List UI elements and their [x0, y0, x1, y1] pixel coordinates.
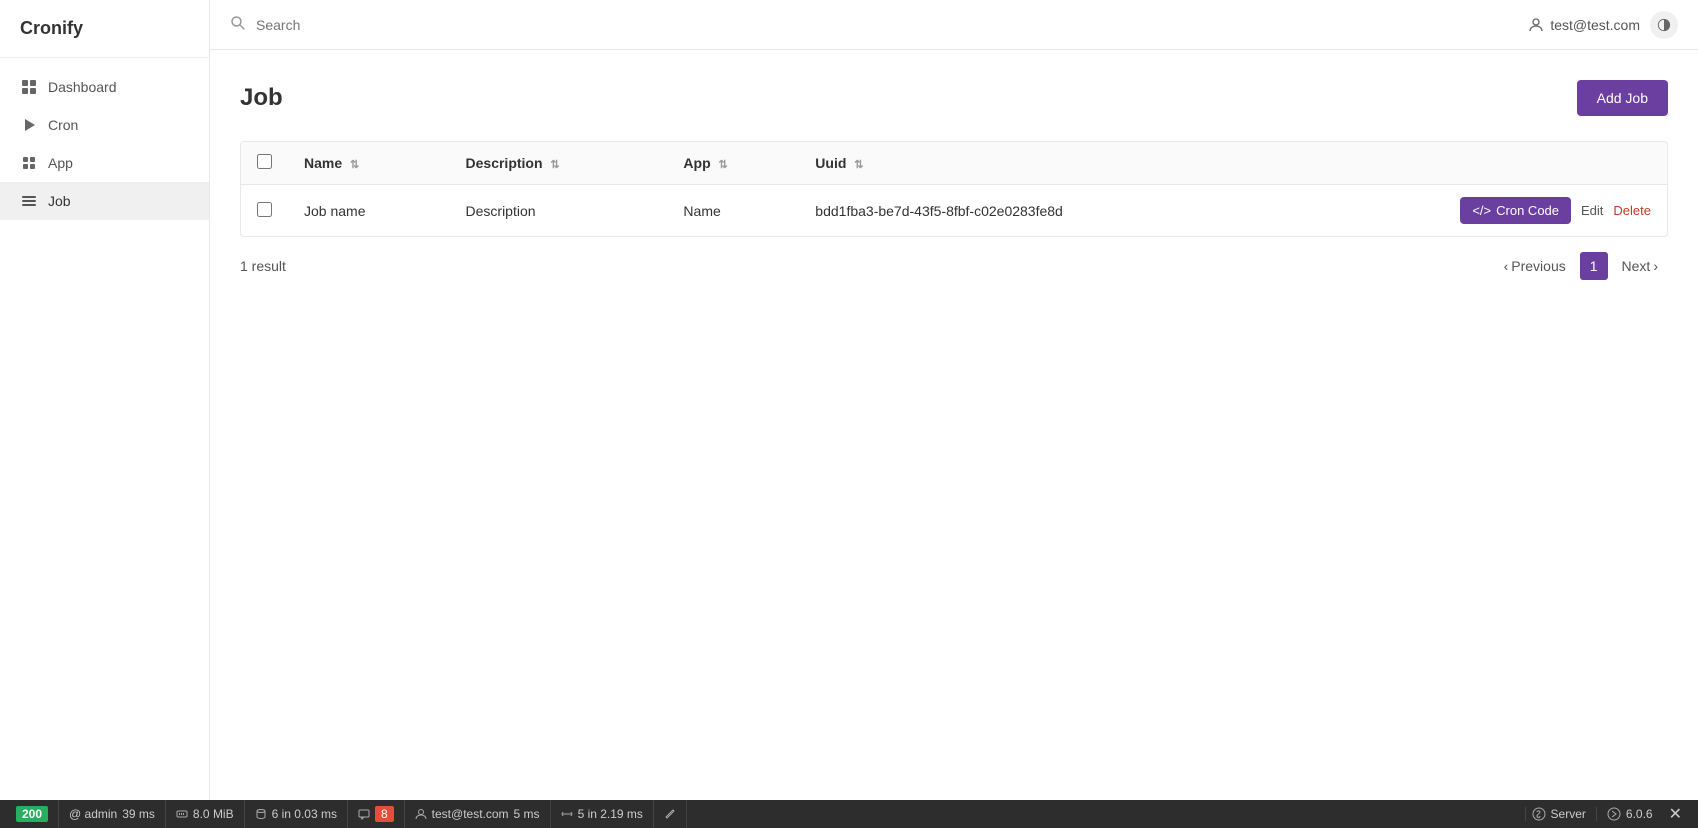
status-bar: 200 @ admin 39 ms 8.0 MiB 6 in 0.03 ms 8…	[0, 800, 1698, 828]
user-status-icon	[415, 808, 427, 820]
sort-desc-icon[interactable]: ⇅	[550, 158, 559, 171]
col-app: App ⇅	[667, 142, 799, 185]
sidebar-item-label: App	[48, 155, 73, 171]
status-user-time: 5 ms	[514, 807, 540, 821]
previous-button[interactable]: ‹ Previous	[1494, 252, 1576, 280]
sidebar-item-label: Cron	[48, 117, 78, 133]
col-uuid: Uuid ⇅	[799, 142, 1282, 185]
pagination-row: 1 result ‹ Previous 1 Next ›	[240, 252, 1668, 280]
delete-link[interactable]: Delete	[1613, 203, 1651, 218]
topbar-right: test@test.com	[1528, 11, 1678, 39]
chevron-right-icon: ›	[1653, 258, 1658, 274]
job-table: Name ⇅ Description ⇅ App ⇅	[241, 142, 1667, 236]
symfony-segment[interactable]: Server	[1525, 807, 1596, 821]
select-all-checkbox[interactable]	[257, 154, 272, 169]
page-1-button[interactable]: 1	[1580, 252, 1608, 280]
user-email-text: test@test.com	[1550, 17, 1640, 33]
col-description: Description ⇅	[450, 142, 668, 185]
app-logo: Cronify	[0, 0, 209, 58]
server-queries-segment[interactable]: 5 in 2.19 ms	[551, 800, 654, 828]
edit-icon	[664, 808, 676, 820]
db-queries-segment[interactable]: 6 in 0.03 ms	[245, 800, 348, 828]
page-title: Job	[240, 84, 283, 112]
cell-app: Name	[667, 185, 799, 237]
cron-code-button[interactable]: </> Cron Code	[1460, 197, 1571, 224]
memory-text: 8.0 MiB	[193, 807, 234, 821]
sidebar-item-label: Job	[48, 193, 71, 209]
col-name: Name ⇅	[288, 142, 450, 185]
edit-link[interactable]: Edit	[1581, 203, 1603, 218]
http-code-badge: 200	[16, 806, 48, 822]
cron-icon	[20, 116, 38, 134]
page-header: Job Add Job	[240, 80, 1668, 116]
col-actions	[1282, 142, 1667, 185]
version-segment[interactable]: 6.0.6	[1596, 807, 1663, 821]
job-table-wrapper: Name ⇅ Description ⇅ App ⇅	[240, 141, 1668, 237]
admin-segment[interactable]: @ admin 39 ms	[59, 800, 166, 828]
pagination: ‹ Previous 1 Next ›	[1494, 252, 1668, 280]
memory-segment[interactable]: 8.0 MiB	[166, 800, 245, 828]
table-header-row: Name ⇅ Description ⇅ App ⇅	[241, 142, 1667, 185]
time-label: 39 ms	[122, 807, 155, 821]
sidebar: Cronify Dashboard	[0, 0, 210, 800]
sidebar-item-label: Dashboard	[48, 79, 117, 95]
app-icon	[20, 154, 38, 172]
version-icon	[1607, 807, 1621, 821]
server-label: Server	[1551, 807, 1586, 821]
code-icon: </>	[1472, 203, 1491, 218]
search-icon	[230, 15, 246, 34]
version-text: 6.0.6	[1626, 807, 1653, 821]
result-count: 1 result	[240, 258, 286, 274]
table-body: Job name Description Name bdd1fba3-be7d-…	[241, 185, 1667, 237]
table-row: Job name Description Name bdd1fba3-be7d-…	[241, 185, 1667, 237]
sidebar-nav: Dashboard Cron	[0, 58, 209, 230]
job-icon	[20, 192, 38, 210]
dashboard-icon	[20, 78, 38, 96]
sort-uuid-icon[interactable]: ⇅	[854, 158, 863, 171]
messages-segment[interactable]: 8	[348, 800, 405, 828]
db-queries-text: 6 in 0.03 ms	[272, 807, 337, 821]
add-job-button[interactable]: Add Job	[1577, 80, 1668, 116]
sidebar-item-job[interactable]: Job	[0, 182, 209, 220]
server-queries-icon	[561, 808, 573, 820]
edit-icon-segment[interactable]	[654, 800, 687, 828]
admin-label: @ admin	[69, 807, 117, 821]
messages-icon	[358, 808, 370, 820]
chevron-left-icon: ‹	[1504, 258, 1509, 274]
messages-count: 8	[375, 806, 394, 822]
sort-name-icon[interactable]: ⇅	[350, 158, 359, 171]
user-info: test@test.com	[1528, 17, 1640, 33]
sidebar-item-cron[interactable]: Cron	[0, 106, 209, 144]
memory-icon	[176, 808, 188, 820]
cell-actions: </> Cron Code Edit Delete	[1282, 185, 1667, 237]
cell-description: Description	[450, 185, 668, 237]
user-segment[interactable]: test@test.com 5 ms	[405, 800, 551, 828]
http-status-segment: 200	[10, 800, 59, 828]
header-checkbox-col	[241, 142, 288, 185]
db-icon	[255, 808, 267, 820]
next-button[interactable]: Next ›	[1612, 252, 1668, 280]
theme-toggle-button[interactable]	[1650, 11, 1678, 39]
server-queries-text: 5 in 2.19 ms	[578, 807, 643, 821]
topbar: test@test.com	[210, 0, 1698, 50]
sidebar-item-app[interactable]: App	[0, 144, 209, 182]
search-input[interactable]	[256, 17, 506, 33]
status-user-email: test@test.com	[432, 807, 509, 821]
cell-name: Job name	[288, 185, 450, 237]
main-content: Job Add Job Name ⇅	[210, 50, 1698, 800]
symfony-icon	[1532, 807, 1546, 821]
status-close-button[interactable]: ✕	[1663, 804, 1688, 824]
status-right: Server 6.0.6 ✕	[1525, 804, 1688, 824]
row-checkbox[interactable]	[257, 202, 272, 217]
sort-app-icon[interactable]: ⇅	[719, 158, 728, 171]
cell-uuid: bdd1fba3-be7d-43f5-8fbf-c02e0283fe8d	[799, 185, 1282, 237]
sidebar-item-dashboard[interactable]: Dashboard	[0, 68, 209, 106]
row-checkbox-cell	[241, 185, 288, 237]
